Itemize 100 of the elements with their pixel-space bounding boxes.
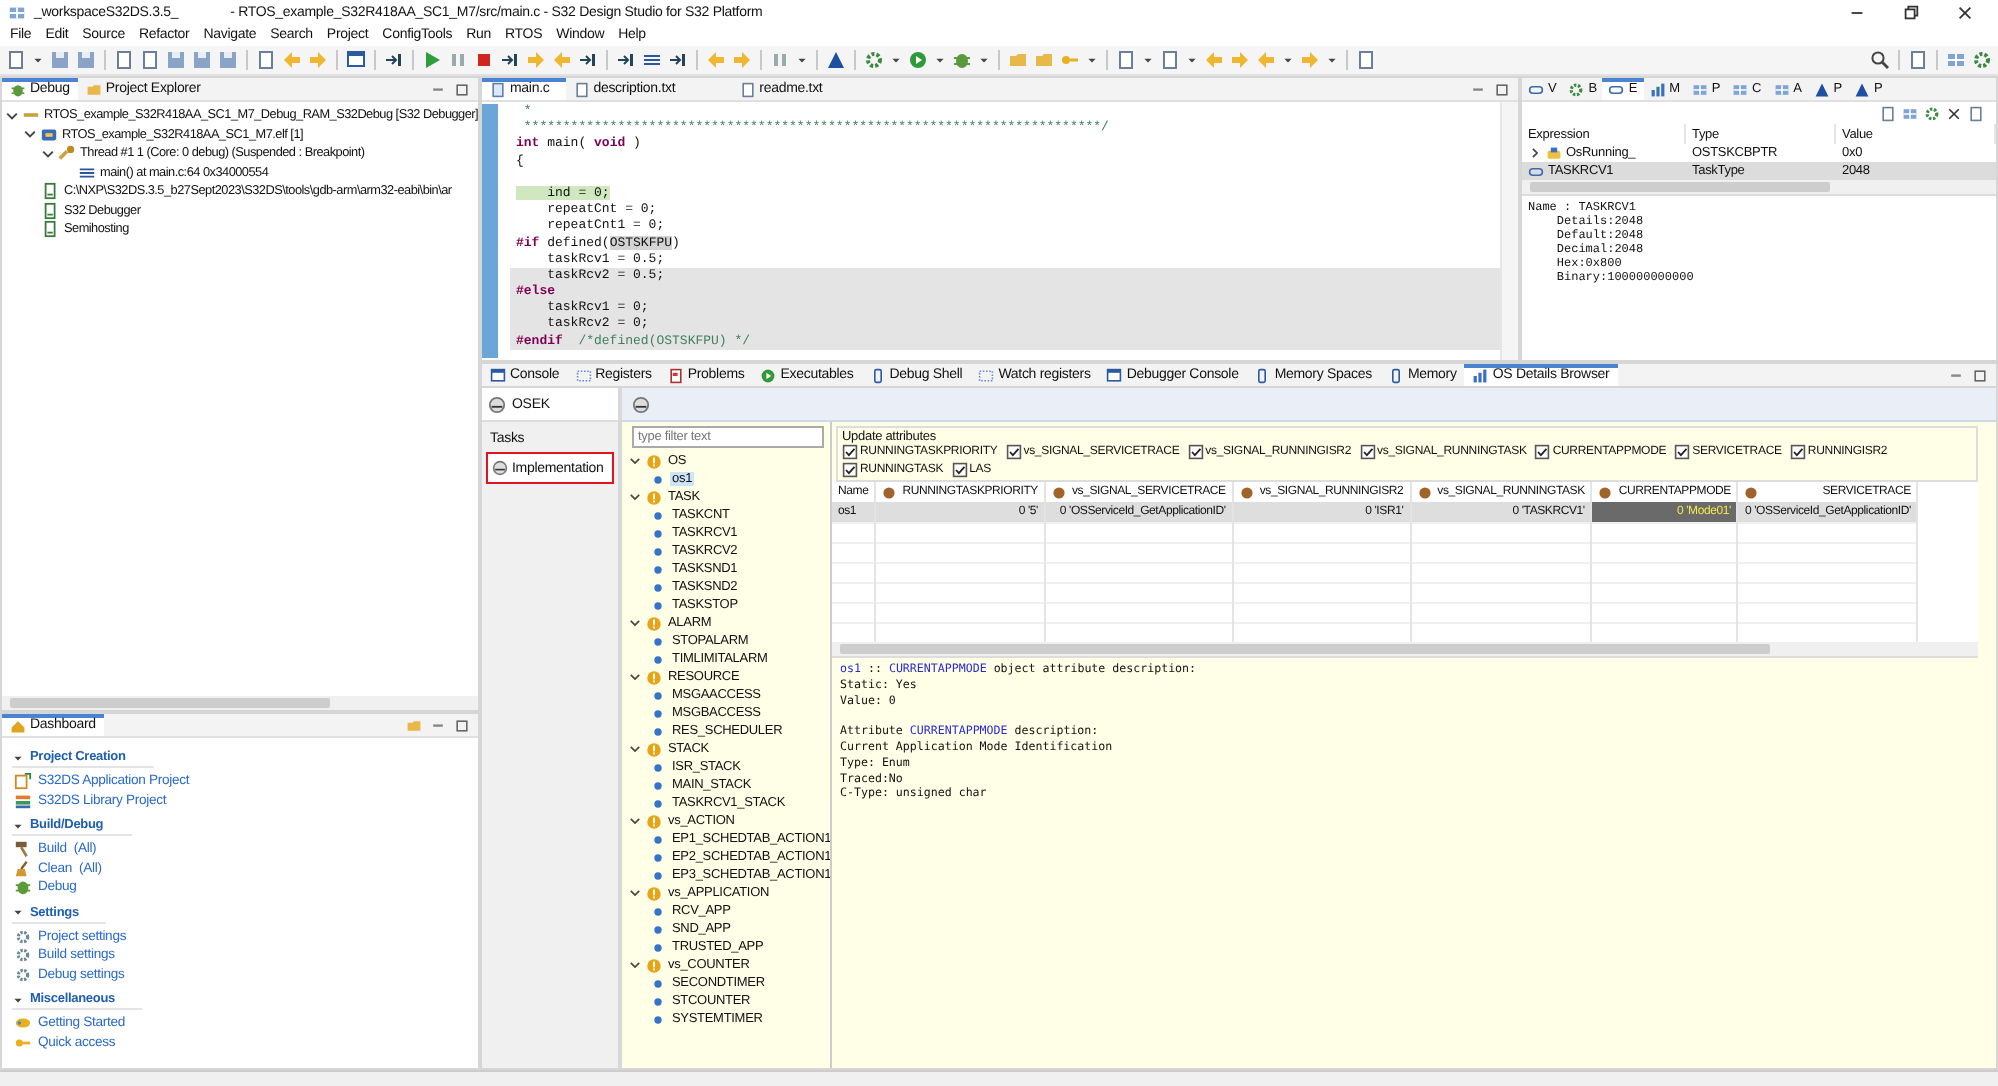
page-icon[interactable] — [1968, 105, 1984, 121]
checkbox-checked-icon[interactable] — [1359, 444, 1376, 460]
exclamation-icon — [646, 741, 662, 757]
scrollbar-track[interactable] — [1500, 102, 1518, 360]
chevron-down-icon[interactable] — [628, 616, 642, 630]
page-icon[interactable] — [1356, 50, 1376, 70]
play-icon[interactable] — [422, 50, 442, 70]
memory-icon — [1254, 367, 1271, 383]
exclamation-icon — [646, 615, 662, 631]
close-icon[interactable] — [1946, 105, 1962, 121]
chevron-down-icon[interactable] — [628, 958, 642, 972]
variable-icon — [1608, 81, 1625, 97]
page-icon — [42, 201, 60, 220]
gear-icon — [1568, 81, 1585, 97]
broom-icon — [14, 859, 32, 878]
checkbox-checked-icon[interactable] — [842, 462, 858, 478]
step-icon[interactable] — [616, 50, 636, 70]
new-project-icon — [14, 772, 32, 791]
chevron-down-icon[interactable] — [628, 670, 642, 684]
gear-icon[interactable] — [1972, 50, 1992, 70]
page-icon[interactable] — [1160, 50, 1180, 70]
caret-down-icon — [12, 993, 24, 1005]
triangle-icon — [1853, 81, 1870, 97]
page-icon[interactable] — [1908, 50, 1928, 70]
checkbox-checked-icon[interactable] — [1005, 444, 1022, 460]
checkbox-checked-icon[interactable] — [1187, 444, 1204, 460]
triangle-icon — [1813, 81, 1830, 97]
memory-icon — [869, 367, 886, 383]
maximize-icon[interactable] — [454, 81, 470, 97]
caret-down-icon — [12, 906, 24, 918]
c-file-icon — [490, 81, 506, 97]
hammer-icon — [14, 840, 32, 859]
page-icon — [42, 220, 60, 239]
gear-icon[interactable] — [864, 50, 884, 70]
exclamation-icon — [646, 669, 662, 685]
bug-icon — [10, 81, 26, 97]
bar-chart-icon — [1649, 81, 1666, 97]
exclamation-icon — [646, 453, 662, 469]
grid-icon[interactable] — [1946, 50, 1966, 70]
exclamation-icon — [646, 813, 662, 829]
caret-down-icon — [12, 819, 24, 831]
stop-icon[interactable] — [474, 50, 494, 70]
triangle-icon[interactable] — [826, 50, 846, 70]
page-icon[interactable] — [256, 50, 276, 70]
page-icon[interactable] — [1116, 50, 1136, 70]
gear-icon[interactable] — [1924, 105, 1940, 121]
checkbox-checked-icon[interactable] — [1534, 444, 1551, 460]
checkbox-checked-icon[interactable] — [842, 444, 858, 460]
key-icon — [14, 1033, 32, 1052]
chevron-down-icon[interactable] — [628, 814, 642, 828]
page-icon[interactable] — [6, 50, 26, 70]
step-icon[interactable] — [500, 50, 520, 70]
chevron-down-icon[interactable] — [628, 886, 642, 900]
chevron-down-icon[interactable] — [4, 107, 20, 124]
chevron-right-icon[interactable] — [1528, 146, 1542, 160]
scrollbar-thumb[interactable] — [840, 644, 1770, 654]
search-icon[interactable] — [1870, 50, 1890, 70]
exclamation-icon — [646, 885, 662, 901]
books-icon — [14, 791, 32, 810]
circle-icon — [1598, 485, 1613, 499]
chevron-down-icon[interactable] — [628, 742, 642, 756]
checkbox-checked-icon[interactable] — [951, 462, 968, 478]
play-circle-icon[interactable] — [908, 50, 928, 70]
maximize-icon[interactable] — [1494, 81, 1510, 97]
step-icon[interactable] — [668, 50, 688, 70]
maximize-icon[interactable] — [1972, 367, 1988, 383]
grid-icon[interactable] — [1902, 105, 1918, 121]
checkbox-checked-icon[interactable] — [1674, 444, 1691, 460]
dot-icon — [650, 471, 666, 487]
bug-icon — [14, 878, 32, 897]
console-icon[interactable] — [346, 50, 366, 70]
restore-icon[interactable] — [1902, 3, 1920, 21]
page-icon — [42, 182, 60, 201]
memory-icon — [1387, 367, 1404, 383]
chevron-down-icon[interactable] — [628, 454, 642, 468]
step-icon[interactable] — [578, 50, 598, 70]
folder-icon — [85, 81, 102, 97]
chevron-down-icon[interactable] — [22, 126, 38, 143]
maximize-icon[interactable] — [454, 717, 470, 733]
circle-icon — [882, 485, 897, 499]
close-icon[interactable] — [1956, 3, 1974, 21]
variable-icon — [1528, 163, 1544, 179]
caret-down-icon — [12, 751, 24, 763]
lines-icon — [78, 163, 96, 182]
lines-icon[interactable] — [642, 50, 662, 70]
circle-icon — [1744, 485, 1759, 499]
register-icon — [978, 367, 995, 383]
circle-icon — [1417, 485, 1432, 499]
house-icon — [10, 717, 26, 733]
chip-icon — [40, 125, 58, 144]
step-icon[interactable] — [384, 50, 404, 70]
scrollbar-thumb[interactable] — [1530, 182, 1830, 192]
circle-icon — [1239, 485, 1254, 499]
exclamation-icon — [646, 489, 662, 505]
variable-icon — [1528, 81, 1544, 97]
checkbox-checked-icon[interactable] — [1789, 444, 1806, 460]
chevron-down-icon[interactable] — [628, 490, 642, 504]
page-icon[interactable] — [1880, 105, 1896, 121]
scrollbar-thumb[interactable] — [10, 698, 330, 708]
chevron-down-icon[interactable] — [40, 145, 56, 162]
